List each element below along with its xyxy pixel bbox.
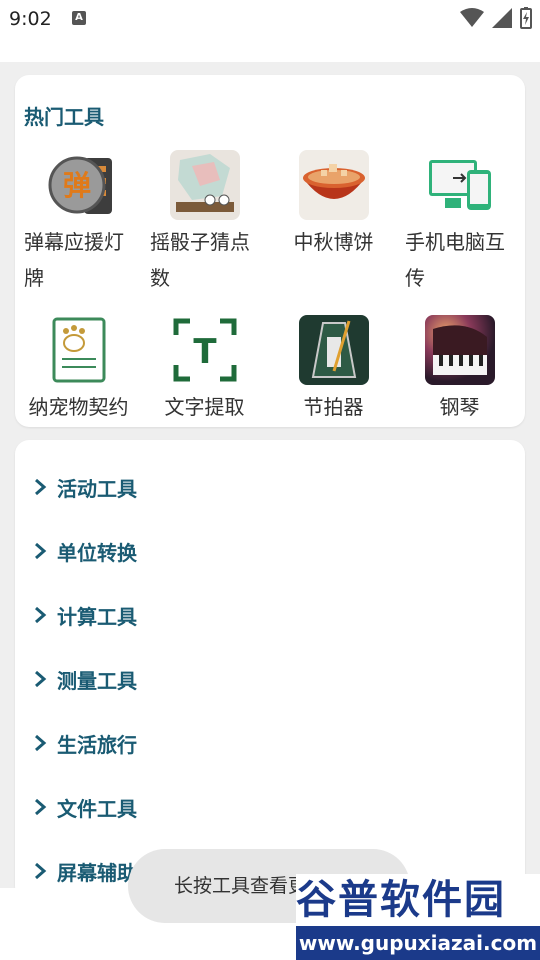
watermark: 谷普软件园 www.gupuxiazai.com (296, 874, 540, 960)
status-time: 9:02 (9, 8, 52, 30)
hot-tools-title: 热门工具 (24, 105, 104, 129)
chevron-right-icon (35, 478, 47, 496)
category-calculation-tools[interactable]: 计算工具 (33, 595, 137, 635)
category-label: 计算工具 (57, 604, 137, 629)
chevron-right-icon (35, 798, 47, 816)
category-file-tools[interactable]: 文件工具 (33, 787, 137, 827)
tool-text-extract[interactable]: T 文字提取 (142, 315, 267, 425)
chevron-right-icon (35, 542, 47, 560)
status-icons (460, 7, 532, 29)
battery-charging-icon (520, 7, 532, 29)
tool-pet[interactable]: 纳宠物契约 (16, 315, 141, 425)
notification-icon: A (72, 11, 86, 25)
category-label: 屏幕辅助 (57, 860, 137, 885)
tool-label: 纳宠物契约 (28, 395, 129, 419)
tool-mooncake[interactable]: 中秋博饼 (271, 150, 396, 260)
tool-danmu[interactable]: 弹 弹幕应援灯牌 (16, 150, 141, 296)
svg-text:T: T (193, 332, 217, 372)
category-label: 活动工具 (57, 476, 137, 501)
chevron-right-icon (35, 862, 47, 880)
chevron-right-icon (35, 670, 47, 688)
svg-text:弹: 弹 (62, 169, 90, 202)
pet-contract-icon (43, 315, 114, 385)
tool-dice[interactable]: 摇骰子猜点数 (142, 150, 267, 296)
category-label: 测量工具 (57, 668, 137, 693)
tool-label: 中秋博饼 (293, 230, 374, 254)
chevron-right-icon (35, 734, 47, 752)
category-activity-tools[interactable]: 活动工具 (33, 467, 137, 507)
category-measurement-tools[interactable]: 测量工具 (33, 659, 137, 699)
tool-transfer[interactable]: 手机电脑互传 (397, 150, 522, 296)
status-bar: 9:02 A (0, 0, 540, 40)
tool-metronome[interactable]: 节拍器 (271, 315, 396, 425)
category-life-travel[interactable]: 生活旅行 (33, 723, 137, 763)
category-label: 单位转换 (57, 540, 137, 565)
chevron-right-icon (35, 606, 47, 624)
phone-pc-transfer-icon (424, 150, 495, 220)
category-label: 生活旅行 (57, 732, 137, 757)
danmu-icon: 弹 (43, 150, 114, 220)
tool-label: 弹幕应援灯牌 (24, 230, 124, 290)
tool-label: 钢琴 (439, 395, 480, 419)
category-label: 文件工具 (57, 796, 137, 821)
dice-icon (169, 150, 240, 220)
tool-label: 节拍器 (303, 395, 364, 419)
wifi-icon (460, 8, 484, 27)
watermark-logo-text: 谷普软件园 (296, 877, 506, 923)
text-extract-icon: T (169, 315, 240, 385)
piano-icon (424, 315, 495, 385)
category-unit-conversion[interactable]: 单位转换 (33, 531, 137, 571)
watermark-url: www.gupuxiazai.com (296, 926, 540, 960)
tool-piano[interactable]: 钢琴 (397, 315, 522, 425)
category-screen-assist[interactable]: 屏幕辅助 (33, 851, 137, 891)
tool-label: 摇骰子猜点数 (150, 230, 250, 290)
mooncake-icon (298, 150, 369, 220)
tool-label: 文字提取 (164, 395, 245, 419)
tool-label: 手机电脑互传 (405, 230, 505, 290)
signal-icon (492, 8, 512, 28)
metronome-icon (298, 315, 369, 385)
